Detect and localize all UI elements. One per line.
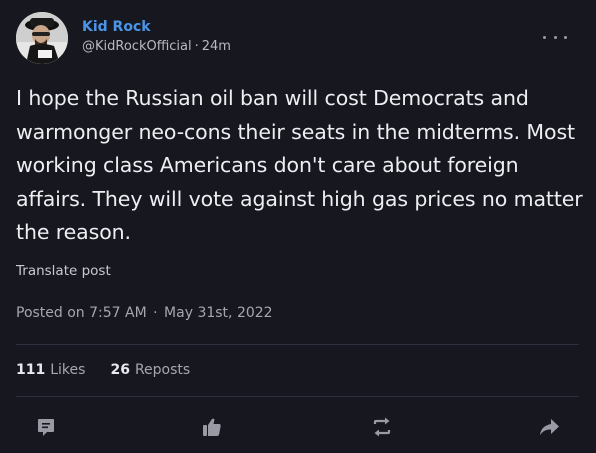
repost-icon (373, 417, 391, 437)
post-time-ago: 24m (201, 39, 231, 54)
likes-count: 111 (16, 362, 46, 378)
reposts-label: Reposts (134, 362, 191, 378)
translate-post-link[interactable]: Translate post (16, 263, 111, 279)
post-text: I hope the Russian oil ban will cost Dem… (16, 86, 583, 244)
share-icon (540, 419, 559, 435)
comment-icon (38, 419, 54, 436)
avatar[interactable] (16, 12, 68, 64)
author-handle[interactable]: @KidRockOfficial (82, 39, 192, 54)
reply-button[interactable] (33, 414, 59, 440)
posted-timestamp: Posted on 7:57 AM · May 31st, 2022 (16, 305, 273, 321)
share-button[interactable] (536, 414, 562, 440)
posted-date: May 31st, 2022 (164, 305, 273, 321)
posted-time: 7:57 AM (89, 305, 147, 321)
posted-prefix: Posted on (16, 305, 85, 321)
repost-button[interactable] (369, 414, 395, 440)
divider-top (16, 344, 579, 345)
more-options-icon[interactable] (543, 27, 567, 47)
avatar-image (16, 12, 68, 64)
post-card: Kid Rock @KidRockOfficial · 24m I hope the… (0, 0, 596, 453)
divider-bottom (16, 396, 579, 397)
thumbs-up-icon (203, 418, 221, 436)
likes-stat[interactable]: 111 Likes (16, 362, 85, 378)
meta-separator: · (194, 39, 199, 54)
timestamp-separator: · (153, 305, 158, 321)
likes-label: Likes (50, 362, 86, 378)
author-display-name[interactable]: Kid Rock (82, 19, 151, 35)
engagement-stats: 111 Likes 26 Reposts (16, 362, 190, 378)
author-meta: @KidRockOfficial · 24m (82, 39, 231, 54)
reposts-stat[interactable]: 26 Reposts (110, 362, 190, 378)
like-button[interactable] (199, 414, 225, 440)
reposts-count: 26 (110, 362, 130, 378)
